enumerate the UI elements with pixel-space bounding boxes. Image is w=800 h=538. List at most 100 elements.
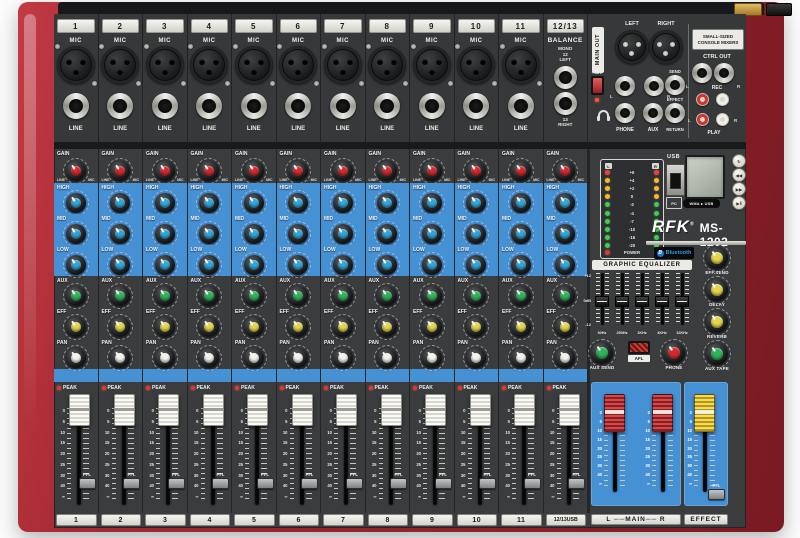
effect-fader[interactable] bbox=[694, 394, 715, 432]
repeat-button[interactable]: ↻ bbox=[732, 154, 746, 168]
pfl-button[interactable] bbox=[212, 478, 229, 489]
pan-knob[interactable] bbox=[466, 348, 486, 368]
phone-level-knob[interactable] bbox=[663, 342, 685, 364]
gain-knob[interactable] bbox=[555, 161, 575, 181]
effect-send-master-knob[interactable] bbox=[706, 247, 728, 269]
pan-knob[interactable] bbox=[511, 348, 531, 368]
low-eq-knob[interactable] bbox=[66, 255, 86, 275]
effect-send-knob[interactable] bbox=[155, 317, 175, 337]
pfl-button[interactable] bbox=[568, 478, 585, 489]
aux-send-knob[interactable] bbox=[244, 286, 264, 306]
high-eq-knob[interactable] bbox=[333, 193, 353, 213]
high-eq-knob[interactable] bbox=[377, 193, 397, 213]
main-left-fader[interactable] bbox=[604, 394, 625, 432]
gain-knob[interactable] bbox=[155, 161, 175, 181]
mid-eq-knob[interactable] bbox=[511, 224, 531, 244]
pfl-button[interactable] bbox=[168, 478, 185, 489]
high-eq-knob[interactable] bbox=[422, 193, 442, 213]
gain-knob[interactable] bbox=[333, 161, 353, 181]
pan-knob[interactable] bbox=[199, 348, 219, 368]
main-right-fader[interactable] bbox=[652, 394, 673, 432]
gain-knob[interactable] bbox=[66, 161, 86, 181]
gain-knob[interactable] bbox=[422, 161, 442, 181]
gain-knob[interactable] bbox=[110, 161, 130, 181]
aux-send-knob[interactable] bbox=[511, 286, 531, 306]
phantom-power-switch[interactable] bbox=[591, 76, 604, 95]
aux-send-knob[interactable] bbox=[66, 286, 86, 306]
eq-slider-cap[interactable] bbox=[675, 296, 689, 307]
high-eq-knob[interactable] bbox=[66, 193, 86, 213]
pfl-button[interactable] bbox=[479, 478, 496, 489]
eq-slider-cap[interactable] bbox=[635, 296, 649, 307]
channel-fader[interactable] bbox=[292, 394, 313, 426]
pan-knob[interactable] bbox=[155, 348, 175, 368]
pan-knob[interactable] bbox=[66, 348, 86, 368]
low-eq-knob[interactable] bbox=[110, 255, 130, 275]
mid-eq-knob[interactable] bbox=[288, 224, 308, 244]
high-eq-knob[interactable] bbox=[199, 193, 219, 213]
pfl-button[interactable] bbox=[524, 478, 541, 489]
previous-track-button[interactable]: ◀◀ bbox=[732, 168, 746, 182]
pan-knob[interactable] bbox=[244, 348, 264, 368]
high-eq-knob[interactable] bbox=[110, 193, 130, 213]
low-eq-knob[interactable] bbox=[555, 255, 575, 275]
effect-send-knob[interactable] bbox=[422, 317, 442, 337]
effect-send-knob[interactable] bbox=[288, 317, 308, 337]
eq-band-slider[interactable]: 12KHz bbox=[672, 271, 692, 337]
channel-fader[interactable] bbox=[470, 394, 491, 426]
high-eq-knob[interactable] bbox=[555, 193, 575, 213]
gain-knob[interactable] bbox=[511, 161, 531, 181]
aux-send-knob[interactable] bbox=[155, 286, 175, 306]
low-eq-knob[interactable] bbox=[377, 255, 397, 275]
mid-eq-knob[interactable] bbox=[155, 224, 175, 244]
aux-send-knob[interactable] bbox=[422, 286, 442, 306]
pfl-button[interactable] bbox=[435, 478, 452, 489]
mid-eq-knob[interactable] bbox=[66, 224, 86, 244]
channel-fader[interactable] bbox=[336, 394, 357, 426]
channel-fader[interactable] bbox=[559, 394, 580, 426]
low-eq-knob[interactable] bbox=[155, 255, 175, 275]
eq-band-slider[interactable]: 60Hz bbox=[592, 271, 612, 337]
high-eq-knob[interactable] bbox=[466, 193, 486, 213]
aux-send-knob[interactable] bbox=[333, 286, 353, 306]
aux-tape-knob[interactable] bbox=[706, 343, 728, 365]
pfl-button[interactable] bbox=[346, 478, 363, 489]
pfl-button[interactable] bbox=[390, 478, 407, 489]
channel-fader[interactable] bbox=[381, 394, 402, 426]
effect-send-knob[interactable] bbox=[199, 317, 219, 337]
aux-send-knob[interactable] bbox=[199, 286, 219, 306]
mid-eq-knob[interactable] bbox=[333, 224, 353, 244]
aux-send-knob[interactable] bbox=[110, 286, 130, 306]
low-eq-knob[interactable] bbox=[244, 255, 264, 275]
gain-knob[interactable] bbox=[288, 161, 308, 181]
channel-fader[interactable] bbox=[114, 394, 135, 426]
channel-fader[interactable] bbox=[425, 394, 446, 426]
effect-send-knob[interactable] bbox=[555, 317, 575, 337]
effect-send-knob[interactable] bbox=[377, 317, 397, 337]
delay-knob[interactable] bbox=[706, 279, 728, 301]
aux-send-master-knob[interactable] bbox=[591, 342, 613, 364]
aux-send-knob[interactable] bbox=[288, 286, 308, 306]
aux-send-knob[interactable] bbox=[377, 286, 397, 306]
pan-knob[interactable] bbox=[288, 348, 308, 368]
high-eq-knob[interactable] bbox=[288, 193, 308, 213]
gain-knob[interactable] bbox=[199, 161, 219, 181]
reverb-knob[interactable] bbox=[706, 311, 728, 333]
pfl-button[interactable] bbox=[123, 478, 140, 489]
high-eq-knob[interactable] bbox=[511, 193, 531, 213]
mid-eq-knob[interactable] bbox=[110, 224, 130, 244]
afl-button[interactable] bbox=[628, 341, 650, 354]
gain-knob[interactable] bbox=[244, 161, 264, 181]
aux-send-knob[interactable] bbox=[555, 286, 575, 306]
next-track-button[interactable]: ▶▶ bbox=[732, 182, 746, 196]
pfl-button[interactable] bbox=[257, 478, 274, 489]
mid-eq-knob[interactable] bbox=[199, 224, 219, 244]
effect-send-knob[interactable] bbox=[110, 317, 130, 337]
mid-eq-knob[interactable] bbox=[377, 224, 397, 244]
mid-eq-knob[interactable] bbox=[466, 224, 486, 244]
mid-eq-knob[interactable] bbox=[244, 224, 264, 244]
low-eq-knob[interactable] bbox=[199, 255, 219, 275]
high-eq-knob[interactable] bbox=[155, 193, 175, 213]
eq-slider-cap[interactable] bbox=[615, 296, 629, 307]
mid-eq-knob[interactable] bbox=[422, 224, 442, 244]
